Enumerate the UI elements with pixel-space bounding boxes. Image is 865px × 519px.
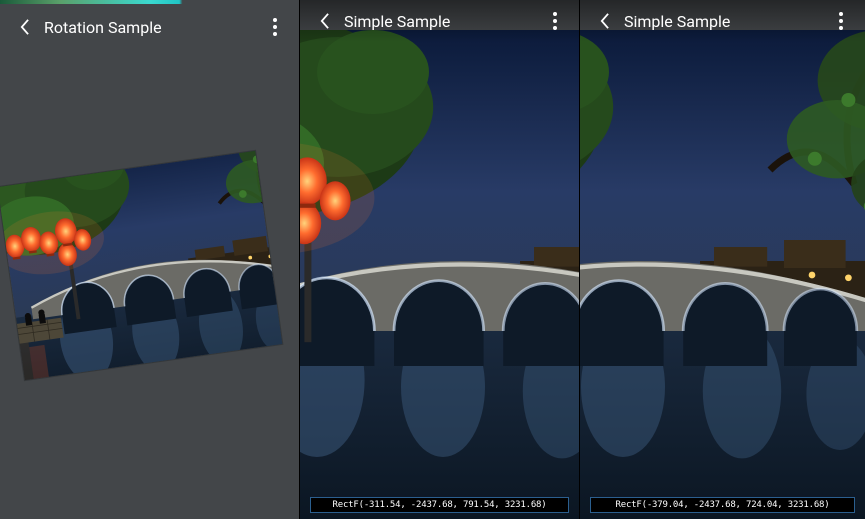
app-bar: Simple Sample xyxy=(300,0,579,42)
screen-title: Simple Sample xyxy=(338,12,541,31)
overflow-dot-icon xyxy=(273,32,277,36)
screen-title: Rotation Sample xyxy=(38,18,261,37)
overflow-dot-icon xyxy=(273,18,277,22)
overflow-dot-icon xyxy=(553,12,557,16)
overflow-menu-button[interactable] xyxy=(541,7,569,35)
screen-simple-sample-b: Simple Sample RectF(-379.04, -2437.68, 7… xyxy=(579,0,865,519)
chevron-left-icon xyxy=(19,18,30,36)
rect-status-text: RectF(-379.04, -2437.68, 724.04, 3231.68… xyxy=(616,500,830,510)
photo-content xyxy=(300,30,579,519)
screen-title: Simple Sample xyxy=(618,12,827,31)
overflow-menu-button[interactable] xyxy=(827,7,855,35)
overflow-dot-icon xyxy=(553,19,557,23)
back-button[interactable] xyxy=(10,13,38,41)
back-button[interactable] xyxy=(310,7,338,35)
overflow-dot-icon xyxy=(839,12,843,16)
overflow-dot-icon xyxy=(553,26,557,30)
image-viewport[interactable] xyxy=(0,140,290,390)
overflow-dot-icon xyxy=(839,19,843,23)
image-viewport[interactable] xyxy=(300,0,579,519)
rotated-image xyxy=(0,150,282,379)
photo-content xyxy=(0,150,282,379)
rect-status: RectF(-311.54, -2437.68, 791.54, 3231.68… xyxy=(310,497,569,513)
screen-rotation-sample: Rotation Sample xyxy=(0,0,299,519)
rect-status-text: RectF(-311.54, -2437.68, 791.54, 3231.68… xyxy=(333,500,547,510)
overflow-dot-icon xyxy=(839,26,843,30)
overflow-menu-button[interactable] xyxy=(261,13,289,41)
chevron-left-icon xyxy=(319,12,330,30)
photo-content xyxy=(580,30,865,519)
overflow-dot-icon xyxy=(273,25,277,29)
app-bar: Simple Sample xyxy=(580,0,865,42)
rect-status: RectF(-379.04, -2437.68, 724.04, 3231.68… xyxy=(590,497,855,513)
app-bar: Rotation Sample xyxy=(0,4,299,50)
image-viewport[interactable] xyxy=(580,0,865,519)
chevron-left-icon xyxy=(599,12,610,30)
back-button[interactable] xyxy=(590,7,618,35)
screen-simple-sample-a: Simple Sample RectF(-311.54, -2437.68, 7… xyxy=(299,0,579,519)
